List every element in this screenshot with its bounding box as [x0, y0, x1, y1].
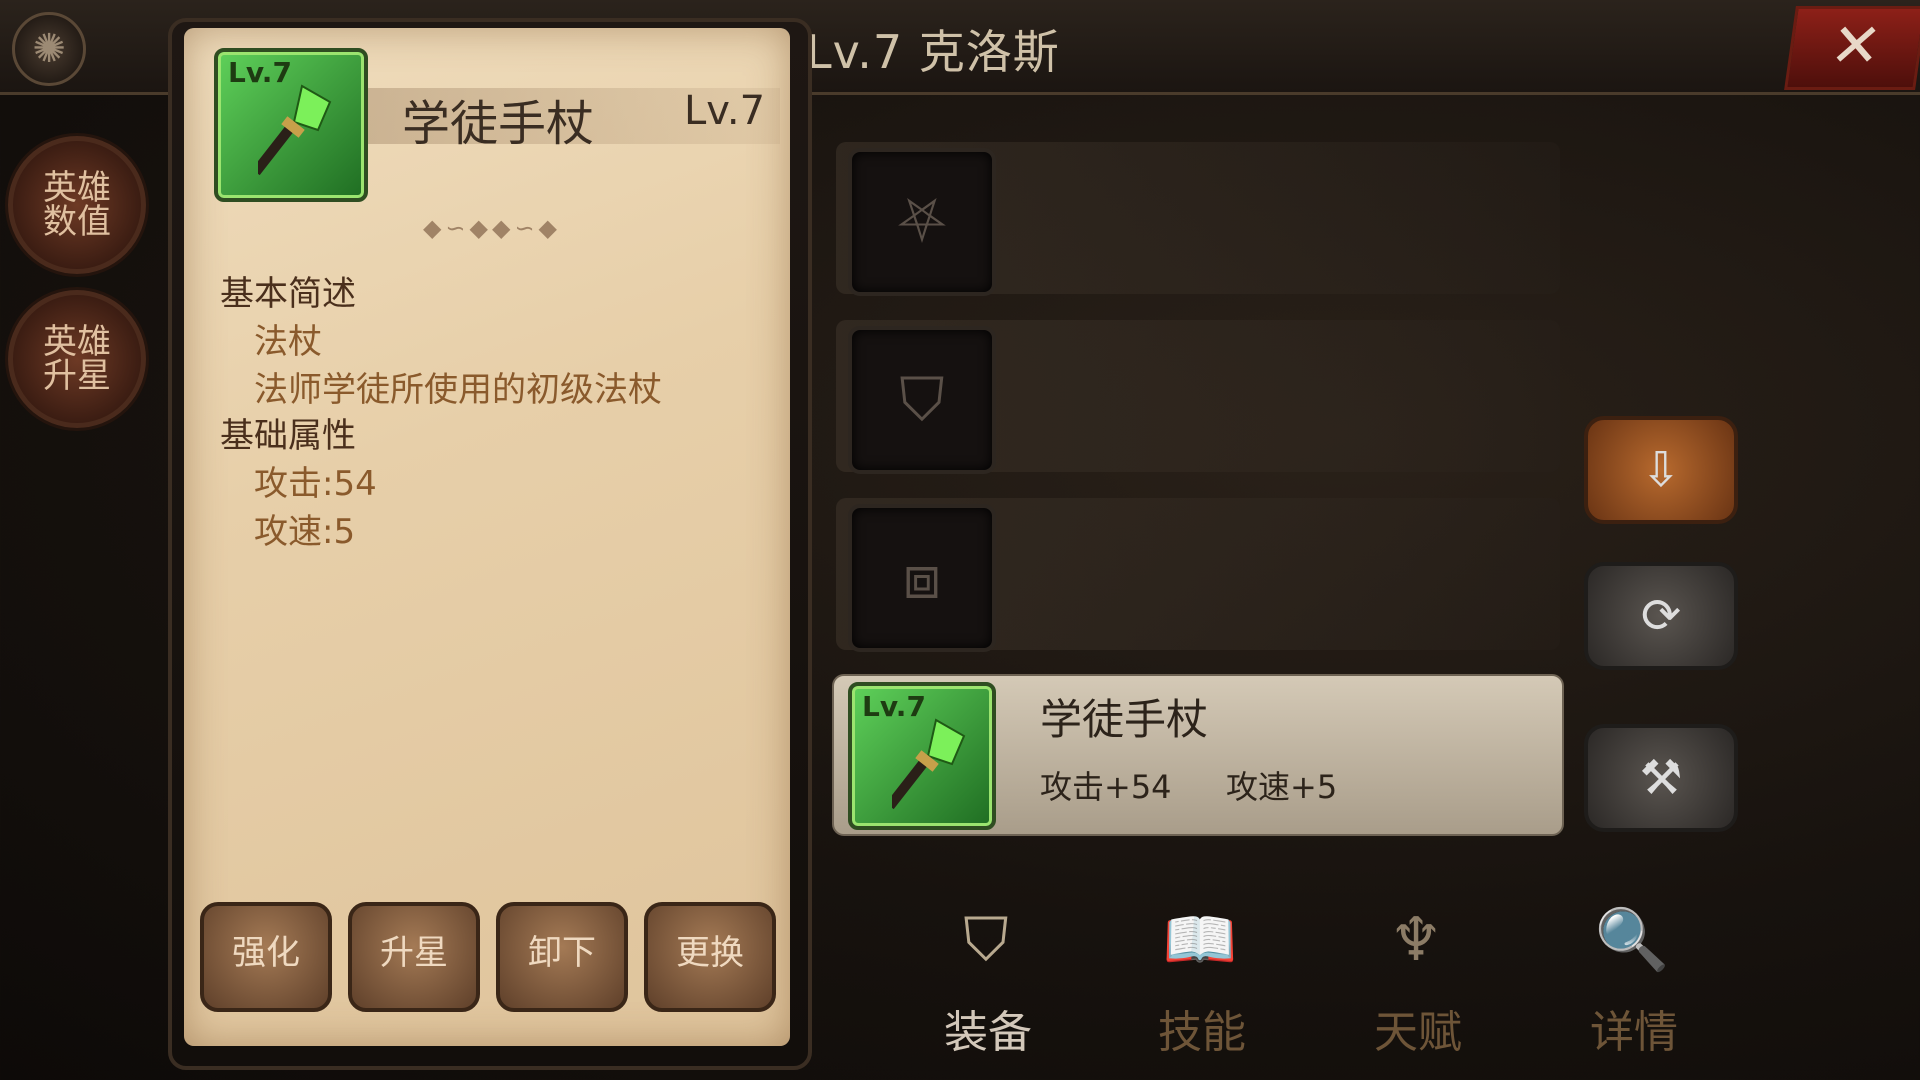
boots-icon: ⧈ — [902, 543, 942, 613]
item-name: 学徒手杖 — [402, 96, 595, 152]
hero-title: Lv.7 克洛斯 — [806, 25, 1060, 79]
equipped-staff-icon[interactable]: Lv.7 — [848, 682, 996, 830]
emblem-icon: ✺ — [12, 12, 86, 86]
item-type: 法杖 — [254, 322, 322, 362]
staff-item-icon: Lv.7 — [214, 48, 368, 202]
basic-desc-heading: 基本简述 — [220, 274, 356, 314]
tab-details[interactable]: 详情 — [1590, 996, 1678, 1060]
tab-talents[interactable]: 天赋 — [1374, 996, 1462, 1060]
staff-icon — [258, 84, 332, 176]
armor-slot[interactable]: ⛉ — [848, 326, 996, 474]
item-description: 法师学徒所使用的初级法杖 — [254, 370, 662, 410]
unequip-all-icon: ⇩ — [1640, 442, 1682, 498]
armor-tab-icon[interactable]: ⛉ — [946, 900, 1026, 980]
hero-stats-button[interactable]: 英雄数值 — [8, 136, 146, 274]
hero-star-up-button[interactable]: 英雄升星 — [8, 290, 146, 428]
hero-stats-label: 英雄数值 — [43, 168, 111, 242]
unequip-button[interactable]: 卸下 — [496, 902, 628, 1012]
equipped-attack-speed: 攻速+5 — [1226, 768, 1338, 806]
forge-icon: ⚒ — [1639, 750, 1683, 806]
replace-button[interactable]: 更换 — [644, 902, 776, 1012]
tab-skills[interactable]: 技能 — [1158, 996, 1246, 1060]
tab-equipment[interactable]: 装备 — [944, 996, 1032, 1060]
hero-star-up-label: 英雄升星 — [43, 322, 111, 396]
item-level: Lv.7 — [684, 88, 766, 134]
attack-speed-stat: 攻速:5 — [254, 512, 356, 552]
attack-stat: 攻击:54 — [254, 464, 377, 504]
star-up-button[interactable]: 升星 — [348, 902, 480, 1012]
amulet-slot[interactable]: ⛧ — [848, 148, 996, 296]
boots-slot[interactable]: ⧈ — [848, 504, 996, 652]
staff-icon — [892, 718, 966, 810]
talent-icon[interactable]: ♆ — [1376, 900, 1456, 980]
auto-equip-icon: ⟳ — [1640, 588, 1682, 644]
unequip-all-button[interactable]: ⇩ — [1584, 416, 1738, 524]
basic-attr-heading: 基础属性 — [220, 416, 356, 456]
auto-equip-button[interactable]: ⟳ — [1584, 562, 1738, 670]
equipped-attack: 攻击+54 — [1040, 768, 1172, 806]
close-button[interactable]: ✕ — [1784, 6, 1920, 90]
enhance-button[interactable]: 强化 — [200, 902, 332, 1012]
skill-book-icon[interactable]: 📖 — [1160, 900, 1240, 980]
ornament-divider: ◆∽◆◆∽◆ — [422, 214, 562, 242]
equipped-item-name: 学徒手杖 — [1040, 695, 1209, 744]
forge-button[interactable]: ⚒ — [1584, 724, 1738, 832]
amulet-icon: ⛧ — [898, 187, 946, 257]
detail-icon[interactable]: 🔍 — [1592, 900, 1672, 980]
armor-icon: ⛉ — [899, 365, 945, 435]
